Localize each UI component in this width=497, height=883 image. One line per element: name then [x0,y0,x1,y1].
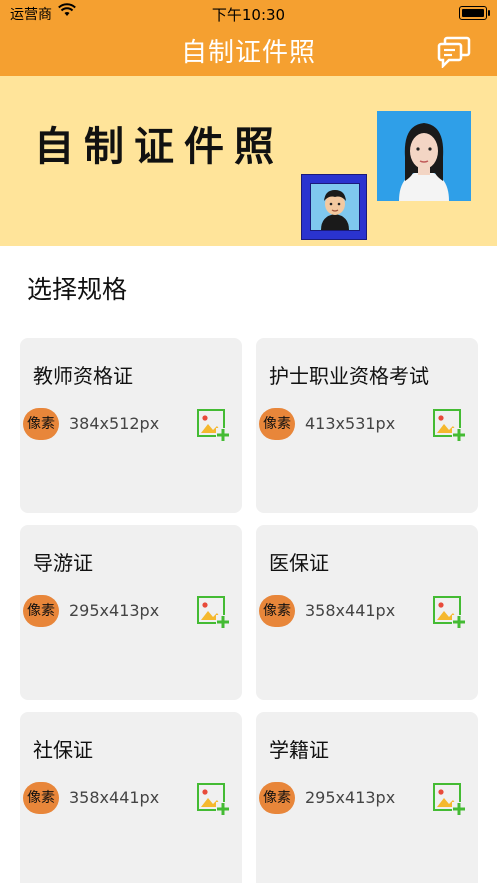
pixel-badge: 像素 [259,408,295,440]
spec-card[interactable]: 社保证 像素 358x441px [20,712,242,883]
add-photo-icon[interactable] [196,595,230,629]
add-photo-icon[interactable] [432,782,466,816]
page-title: 自制证件照 [180,38,316,68]
spec-card[interactable]: 学籍证 像素 295x413px [256,712,478,883]
spec-card[interactable]: 导游证 像素 295x413px [20,525,242,700]
spec-card[interactable]: 医保证 像素 358x441px [256,525,478,700]
sample-portrait-photo [377,111,471,201]
spec-name: 导游证 [33,551,93,575]
status-time: 下午10:30 [211,6,286,24]
add-photo-icon[interactable] [196,408,230,442]
section-title: 选择规格 [27,275,128,304]
pixel-badge: 像素 [259,782,295,814]
app-header: 运营商 下午10:30 自制证件照 [0,0,497,76]
status-bar: 运营商 下午10:30 [0,0,497,26]
spec-name: 社保证 [33,738,93,762]
pixel-size: 384x512px [69,414,160,433]
pixel-badge: 像素 [23,408,59,440]
pixel-badge: 像素 [23,595,59,627]
spec-name: 医保证 [269,551,329,575]
add-photo-icon[interactable] [432,595,466,629]
pixel-size: 358x441px [69,788,160,807]
spec-card[interactable]: 护士职业资格考试 像素 413x531px [256,338,478,513]
pixel-size: 295x413px [69,601,160,620]
banner-title: 自制证件照 [34,124,284,170]
add-photo-icon[interactable] [196,782,230,816]
spec-name: 护士职业资格考试 [269,364,429,388]
message-icon[interactable] [437,36,471,68]
battery-icon [459,6,490,20]
avatar-icon [301,174,367,240]
pixel-size: 358x441px [305,601,396,620]
pixel-size: 295x413px [305,788,396,807]
spec-name: 学籍证 [269,738,329,762]
pixel-size: 413x531px [305,414,396,433]
pixel-badge: 像素 [259,595,295,627]
add-photo-icon[interactable] [432,408,466,442]
spec-card[interactable]: 教师资格证 像素 384x512px [20,338,242,513]
spec-name: 教师资格证 [33,364,133,388]
pixel-badge: 像素 [23,782,59,814]
